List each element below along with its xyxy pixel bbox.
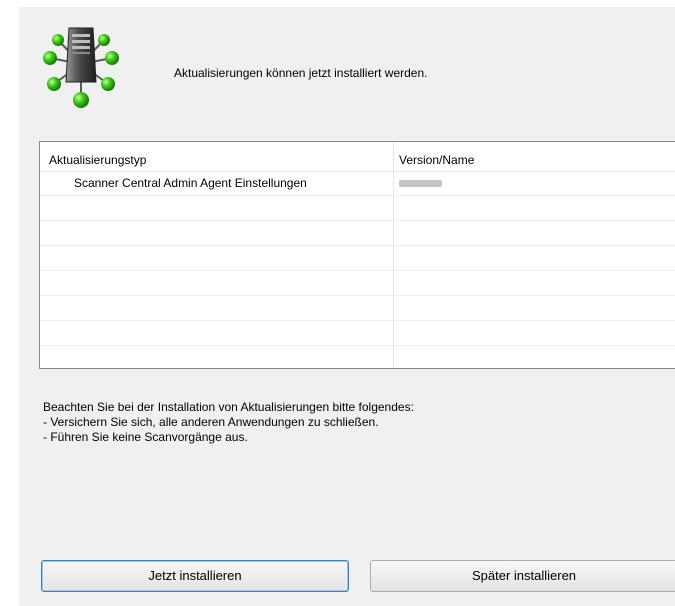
- note-line: Beachten Sie bei der Installation von Ak…: [43, 400, 414, 414]
- installation-notes: Beachten Sie bei der Installation von Ak…: [43, 400, 414, 445]
- note-line: - Führen Sie keine Scanvorgänge aus.: [43, 430, 248, 444]
- list-row-empty: [40, 321, 675, 346]
- list-row-empty: [40, 221, 675, 246]
- update-dialog: Aktualisierungen können jetzt installier…: [19, 7, 675, 606]
- list-row-empty: [40, 196, 675, 221]
- install-later-button[interactable]: Später installieren: [370, 560, 675, 592]
- column-header-version[interactable]: Version/Name: [399, 142, 474, 171]
- list-header: Aktualisierungstyp Version/Name: [40, 142, 675, 172]
- list-row-empty: [40, 271, 675, 296]
- list-row-empty: [40, 246, 675, 271]
- header-message: Aktualisierungen können jetzt installier…: [174, 66, 428, 80]
- row-version-redacted: [399, 180, 442, 187]
- list-row[interactable]: Scanner Central Admin Agent Einstellunge…: [40, 171, 675, 196]
- list-row-empty: [40, 296, 675, 321]
- install-now-button[interactable]: Jetzt installieren: [41, 560, 349, 592]
- column-header-type[interactable]: Aktualisierungstyp: [49, 142, 146, 171]
- note-line: - Versichern Sie sich, alle anderen Anwe…: [43, 415, 379, 429]
- row-type: Scanner Central Admin Agent Einstellunge…: [74, 176, 307, 190]
- updates-list[interactable]: Aktualisierungstyp Version/Name Scanner …: [39, 141, 675, 369]
- server-network-icon: [36, 24, 126, 110]
